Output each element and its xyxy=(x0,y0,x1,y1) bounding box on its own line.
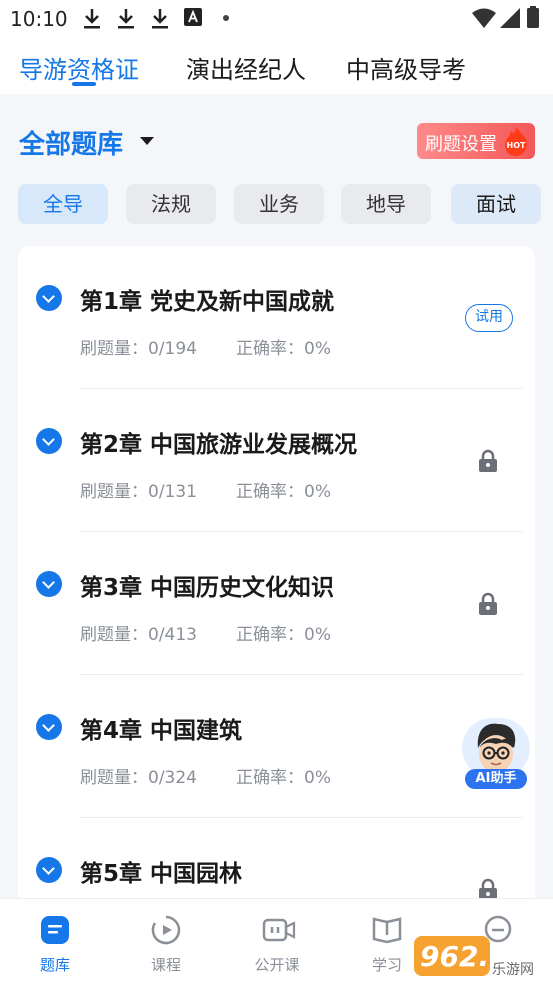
lock-icon xyxy=(479,449,497,472)
practice-settings-button[interactable]: 刷题设置 HOT xyxy=(417,123,535,159)
download-icon xyxy=(84,9,100,29)
chapter-title: 第1章 党史及新中国成就 xyxy=(80,289,335,315)
practice-count: 刷题量：0/324 xyxy=(80,768,197,788)
filter-chip-interview[interactable]: 面试 xyxy=(451,184,541,224)
ai-assistant-button[interactable]: AI助手 xyxy=(461,718,531,790)
chapter-row[interactable]: 第2章 中国旅游业发展概况 刷题量：0/131 正确率：0% xyxy=(18,389,535,532)
download-icon xyxy=(118,9,134,29)
filter-chip-local-guide[interactable]: 地导 xyxy=(341,184,431,224)
question-bank-icon xyxy=(41,916,69,944)
ai-assistant-label: AI助手 xyxy=(465,769,527,789)
tab-advanced-guide-exam[interactable]: 中高级导考 xyxy=(346,50,466,85)
chapter-row[interactable]: 第4章 中国建筑 刷题量：0/324 正确率：0% xyxy=(18,675,535,818)
filter-chip-all[interactable]: 全导 xyxy=(18,184,108,224)
download-icon xyxy=(152,9,168,29)
chapter-stats: 刷题量：0/324 正确率：0% xyxy=(80,763,331,788)
expand-chevron-icon[interactable] xyxy=(36,857,62,883)
nav-item-open-class[interactable]: 公开课 xyxy=(232,899,322,984)
trial-badge[interactable]: 试用 xyxy=(465,304,513,332)
expand-chevron-icon[interactable] xyxy=(36,428,62,454)
hot-badge-text: HOT xyxy=(507,141,526,150)
expand-chevron-icon[interactable] xyxy=(36,571,62,597)
tab-performance-agent[interactable]: 演出经纪人 xyxy=(186,50,306,85)
active-tab-indicator xyxy=(72,82,96,86)
expand-chevron-icon[interactable] xyxy=(36,714,62,740)
question-bank-selector[interactable]: 全部题库 xyxy=(19,124,123,161)
accuracy-rate: 正确率：0% xyxy=(236,768,331,788)
nav-label: 题库 xyxy=(39,956,70,974)
nav-item-courses[interactable]: 课程 xyxy=(121,899,211,984)
notification-dot-icon xyxy=(223,15,229,21)
accuracy-rate: 正确率：0% xyxy=(236,625,331,645)
text-app-icon xyxy=(184,8,202,26)
chapter-stats: 刷题量：0/194 正确率：0% xyxy=(80,334,331,359)
battery-icon xyxy=(527,6,539,28)
book-icon xyxy=(372,917,402,944)
video-camera-icon xyxy=(262,918,296,942)
play-course-icon xyxy=(151,915,181,945)
filter-chip-law[interactable]: 法规 xyxy=(126,184,216,224)
nav-label: 课程 xyxy=(150,956,181,974)
signal-icon xyxy=(500,8,520,28)
accuracy-rate: 正确率：0% xyxy=(236,339,331,359)
practice-count: 刷题量：0/194 xyxy=(80,339,197,359)
practice-count: 刷题量：0/131 xyxy=(80,482,197,502)
wifi-icon xyxy=(472,8,496,28)
nav-item-question-bank[interactable]: 题库 xyxy=(10,899,100,984)
nav-label: 公开课 xyxy=(254,956,300,974)
chapter-title: 第5章 中国园林 xyxy=(80,861,243,887)
chapter-title: 第2章 中国旅游业发展概况 xyxy=(80,432,358,458)
status-bar: 10:10 xyxy=(0,0,553,36)
chapter-stats: 刷题量：0/413 正确率：0% xyxy=(80,620,331,645)
practice-count: 刷题量：0/413 xyxy=(80,625,197,645)
caret-down-icon[interactable] xyxy=(140,137,154,145)
site-watermark-logo: 962.NET 乐游网 xyxy=(414,936,550,978)
chapter-row[interactable]: 第1章 党史及新中国成就 刷题量：0/194 正确率：0% 试用 xyxy=(18,246,535,389)
chapter-row[interactable]: 第3章 中国历史文化知识 刷题量：0/413 正确率：0% xyxy=(18,532,535,675)
hot-fire-icon: HOT xyxy=(505,127,528,156)
filter-chip-business[interactable]: 业务 xyxy=(234,184,324,224)
accuracy-rate: 正确率：0% xyxy=(236,482,331,502)
chapter-stats: 刷题量：0/131 正确率：0% xyxy=(80,477,331,502)
chapter-title: 第3章 中国历史文化知识 xyxy=(80,575,335,601)
chapter-title: 第4章 中国建筑 xyxy=(80,718,243,744)
practice-settings-label: 刷题设置 xyxy=(425,134,497,155)
expand-chevron-icon[interactable] xyxy=(36,285,62,311)
watermark-subtext: 乐游网 xyxy=(492,962,534,978)
tab-tour-guide-cert[interactable]: 导游资格证 xyxy=(19,50,139,85)
chapter-list: 第1章 党史及新中国成就 刷题量：0/194 正确率：0% 试用 第2章 中国旅… xyxy=(18,246,535,946)
status-time: 10:10 xyxy=(10,7,68,31)
lock-icon xyxy=(479,592,497,615)
